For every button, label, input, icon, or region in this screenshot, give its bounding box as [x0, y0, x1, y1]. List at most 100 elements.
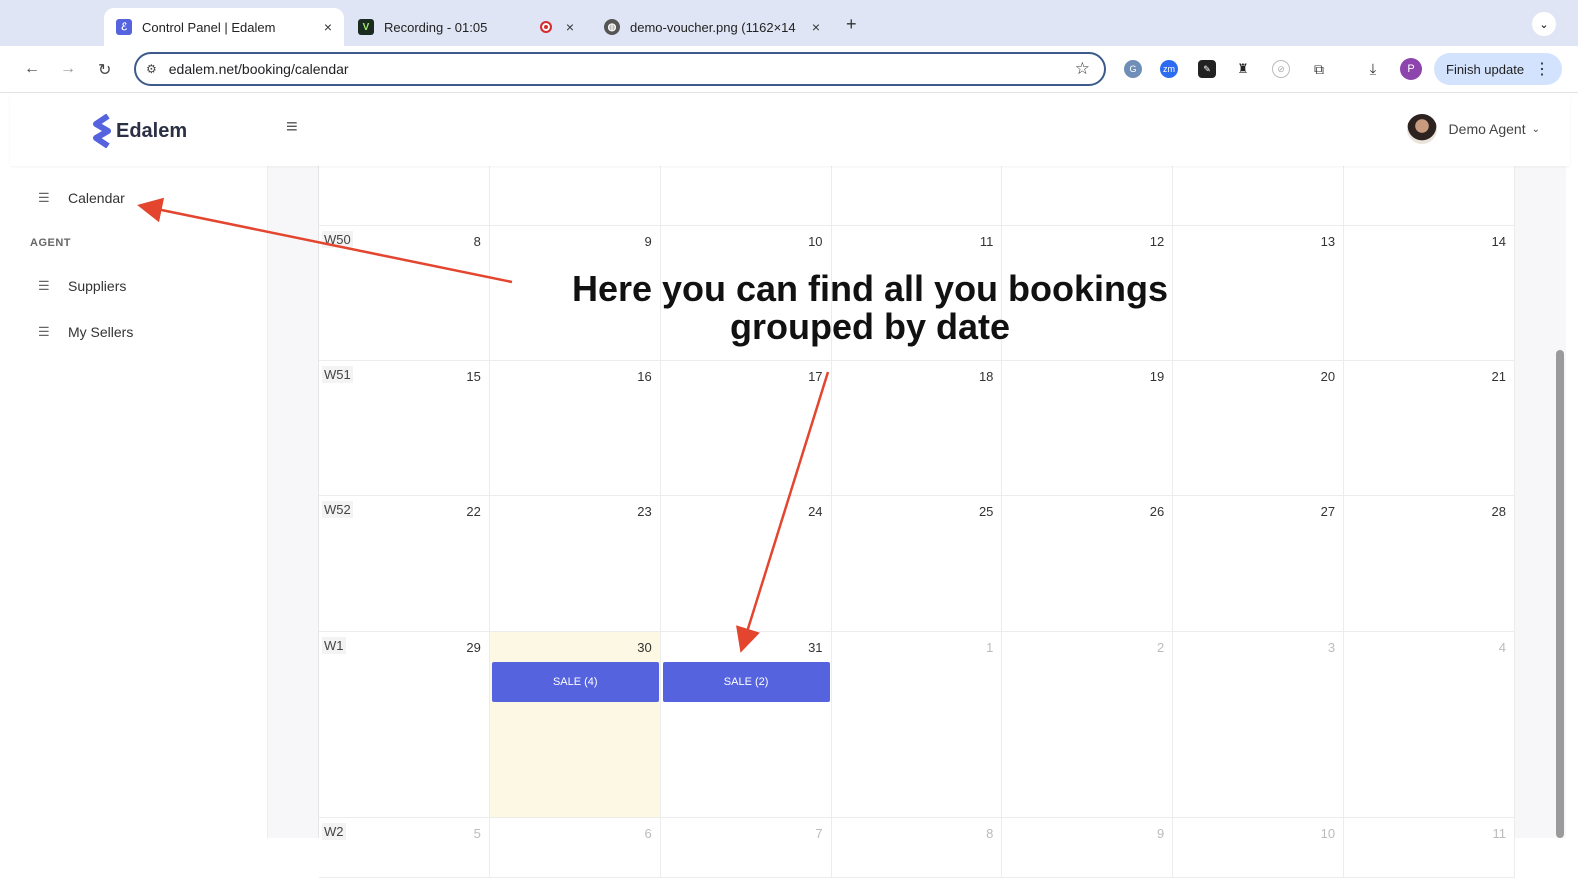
browser-tab-bar: ℰ Control Panel | Edalem × V Recording -…	[0, 0, 1578, 46]
calendar-day-cell[interactable]: 29 W1	[319, 632, 490, 818]
list-icon: ☰	[38, 324, 50, 339]
tab-search-chevron-icon[interactable]: ⌄	[1532, 12, 1556, 36]
extensions-puzzle-icon[interactable]: ⧉	[1310, 60, 1328, 78]
back-icon[interactable]: ←	[24, 60, 40, 78]
calendar-day-cell[interactable]	[660, 166, 832, 226]
close-tab-icon[interactable]: ×	[324, 19, 332, 35]
download-icon[interactable]: ⤓	[1364, 60, 1382, 78]
calendar-day-cell[interactable]: 15 W51	[319, 361, 490, 496]
day-number: 22	[466, 504, 481, 519]
calendar-day-cell[interactable]: 23	[489, 496, 661, 632]
calendar-day-cell[interactable]: 3	[1173, 632, 1345, 818]
profile-avatar[interactable]: P	[1400, 58, 1422, 80]
calendar-day-cell[interactable]	[831, 166, 1003, 226]
tab-recording[interactable]: V Recording - 01:05 ×	[346, 8, 586, 46]
calendar-day-cell[interactable]: 16	[489, 361, 661, 496]
edit-extension-icon[interactable]: ✎	[1198, 60, 1216, 78]
calendar-day-cell[interactable]: 18	[831, 361, 1003, 496]
record-dot-icon	[540, 21, 552, 33]
sidebar-item-calendar[interactable]: ☰ Calendar	[38, 190, 125, 206]
site-settings-icon[interactable]: ⚙	[146, 62, 157, 76]
list-icon: ☰	[38, 190, 50, 205]
day-number: 15	[466, 369, 481, 384]
day-number: 24	[808, 504, 823, 519]
forward-icon[interactable]: →	[60, 60, 76, 78]
calendar-day-cell[interactable]: 1	[831, 632, 1003, 818]
calendar-day-cell[interactable]	[319, 166, 490, 226]
calendar-day-cell[interactable]: 7	[660, 818, 832, 878]
tab-demo-voucher[interactable]: ◍ demo-voucher.png (1162×14 ×	[592, 8, 832, 46]
app-logo[interactable]: Edalem	[92, 114, 187, 148]
bookmark-star-icon[interactable]: ☆	[1075, 59, 1090, 79]
new-tab-button[interactable]: +	[846, 14, 857, 35]
sidebar-item-suppliers[interactable]: ☰ Suppliers	[38, 278, 126, 294]
day-number: 20	[1320, 369, 1336, 384]
calendar-day-cell[interactable]: 4	[1344, 632, 1515, 818]
day-number: 5	[473, 826, 481, 841]
calendar-day-cell[interactable]	[1173, 166, 1345, 226]
ink-extension-icon[interactable]: ♜	[1234, 60, 1252, 78]
week-number-label: W51	[322, 366, 353, 383]
calendar-day-cell[interactable]: 6	[489, 818, 661, 878]
calendar-day-cell[interactable]: 2	[1002, 632, 1174, 818]
tab-title: demo-voucher.png (1162×14	[630, 19, 796, 35]
day-number: 8	[986, 826, 994, 841]
day-number: 6	[644, 826, 652, 841]
booking-event[interactable]: SALE (2)	[662, 662, 830, 702]
chevron-down-icon: ⌄	[1531, 123, 1540, 135]
day-number: 14	[1491, 234, 1506, 249]
edalem-favicon-icon: ℰ	[116, 19, 132, 35]
reload-icon[interactable]: ↻	[98, 60, 111, 80]
day-number: 13	[1320, 234, 1336, 249]
finish-update-button[interactable]: Finish update ⋮	[1434, 53, 1562, 85]
calendar-day-cell[interactable]: 27	[1173, 496, 1345, 632]
calendar-day-cell[interactable]: 26	[1002, 496, 1174, 632]
recording-favicon-icon: V	[358, 19, 374, 35]
annotation-line-1: Here you can find all you bookings	[571, 268, 1169, 309]
calendar-day-cell[interactable]	[489, 166, 661, 226]
day-number: 4	[1498, 640, 1506, 655]
calendar-day-cell[interactable]: 28	[1344, 496, 1515, 632]
avatar	[1406, 114, 1437, 144]
calendar-day-cell[interactable]: 19	[1002, 361, 1174, 496]
compass-extension-icon[interactable]: ⊘	[1272, 60, 1290, 78]
calendar-day-cell[interactable]: 22 W52	[319, 496, 490, 632]
calendar-day-cell[interactable]: 10	[1173, 818, 1345, 878]
calendar-day-cell[interactable]	[1002, 166, 1174, 226]
calendar-day-cell[interactable]: 25	[831, 496, 1003, 632]
calendar-day-cell[interactable]: 31	[660, 632, 832, 818]
sidebar-item-label: Calendar	[68, 190, 125, 206]
calendar-day-cell[interactable]	[1344, 166, 1515, 226]
tab-control-panel[interactable]: ℰ Control Panel | Edalem ×	[104, 8, 344, 46]
hamburger-menu-icon[interactable]: ≡	[286, 116, 298, 139]
day-number: 1	[986, 640, 994, 655]
tab-title: Recording - 01:05	[384, 19, 488, 35]
browser-toolbar: ← → ↻ ⚙ edalem.net/booking/calendar ☆ G …	[0, 46, 1578, 93]
page-scrollbar[interactable]	[1556, 350, 1564, 838]
calendar-day-cell[interactable]: 8	[831, 818, 1003, 878]
user-menu[interactable]: Demo Agent ⌄	[1406, 114, 1540, 144]
url-text[interactable]: edalem.net/booking/calendar	[169, 61, 349, 77]
close-tab-icon[interactable]: ×	[812, 19, 820, 35]
day-number: 8	[473, 234, 481, 249]
calendar-day-cell[interactable]: 9	[1002, 818, 1174, 878]
calendar-day-cell[interactable]: 24	[660, 496, 832, 632]
day-number: 7	[815, 826, 823, 841]
calendar-day-cell[interactable]: 8 W50	[319, 226, 490, 361]
calendar-day-cell[interactable]: 17	[660, 361, 832, 496]
calendar-day-cell[interactable]: 21	[1344, 361, 1515, 496]
close-tab-icon[interactable]: ×	[566, 19, 574, 35]
extension-g-icon[interactable]: G	[1124, 60, 1142, 78]
kebab-menu-icon[interactable]: ⋮	[1534, 59, 1550, 79]
day-number: 3	[1327, 640, 1336, 655]
zoom-extension-icon[interactable]: zm	[1160, 60, 1178, 78]
address-bar[interactable]: ⚙ edalem.net/booking/calendar ☆	[134, 52, 1106, 86]
calendar-day-cell[interactable]: 30	[489, 632, 661, 818]
calendar-day-cell[interactable]: 14	[1344, 226, 1515, 361]
sidebar-item-my-sellers[interactable]: ☰ My Sellers	[38, 324, 133, 340]
calendar-day-cell[interactable]: 5 W2	[319, 818, 490, 878]
calendar-day-cell[interactable]: 20	[1173, 361, 1345, 496]
day-number: 29	[466, 640, 481, 655]
booking-event[interactable]: SALE (4)	[491, 662, 659, 702]
calendar-day-cell[interactable]: 11	[1344, 818, 1515, 878]
